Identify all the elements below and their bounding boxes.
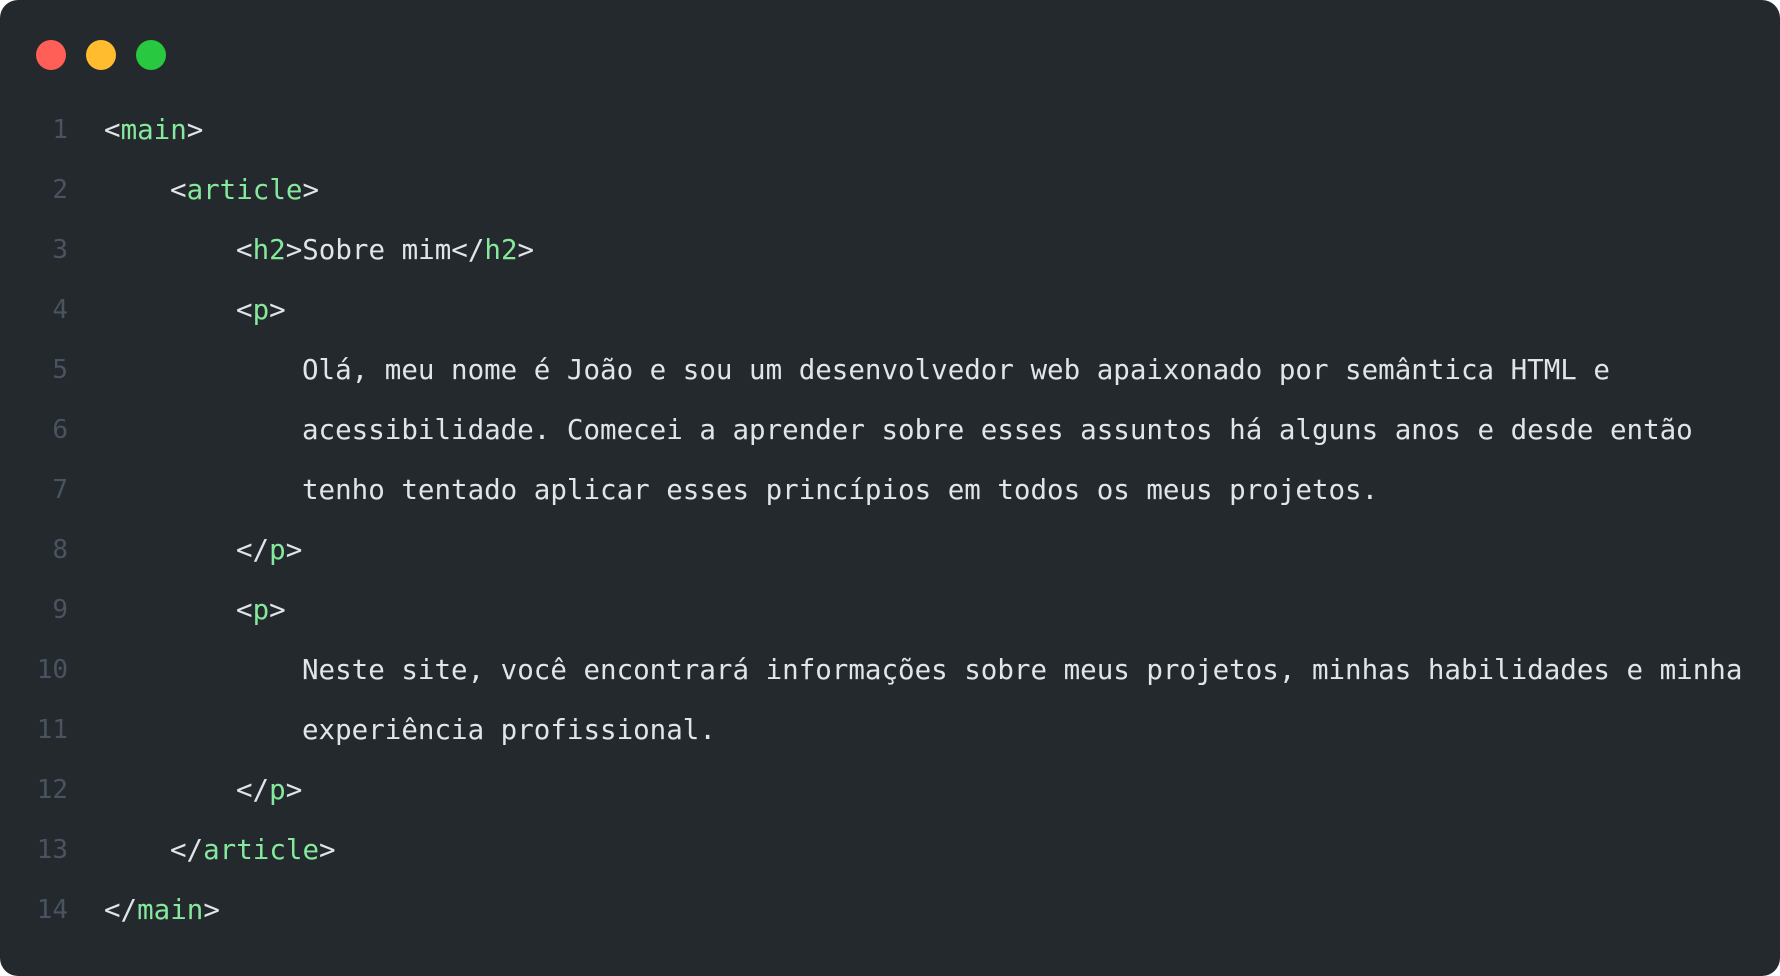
code-line: 1 <main> — [0, 100, 1780, 160]
code-content: <article> — [170, 160, 319, 220]
line-number: 9 — [52, 595, 68, 625]
line-number: 7 — [52, 475, 68, 505]
tag-name: article — [186, 174, 303, 206]
code-line: 4 <p> — [0, 280, 1780, 340]
tag-bracket: </ — [104, 894, 138, 926]
tag-name: p — [252, 294, 270, 326]
tag-bracket: > — [285, 234, 303, 266]
line-number: 4 — [52, 295, 68, 325]
tag-bracket: </ — [451, 234, 485, 266]
tag-bracket: > — [319, 834, 336, 866]
tag-bracket: > — [186, 114, 204, 146]
code-line: 13 </article> — [0, 820, 1780, 880]
code-content: Olá, meu nome é João e sou um desenvolve… — [302, 340, 1610, 400]
code-line: 12 </p> — [0, 760, 1780, 820]
line-number: 11 — [36, 715, 68, 745]
tag-bracket: < — [236, 294, 253, 326]
code-content: acessibilidade. Comecei a aprender sobre… — [302, 400, 1693, 460]
tag-name: p — [252, 594, 270, 626]
line-number: 5 — [52, 355, 68, 385]
tag-name: main — [120, 114, 187, 146]
code-line: 5 Olá, meu nome é João e sou um desenvolv… — [0, 340, 1780, 400]
tag-bracket: > — [285, 774, 303, 806]
code-content: </p> — [236, 760, 302, 820]
line-number: 12 — [36, 775, 68, 805]
line-number: 10 — [36, 655, 68, 685]
code-content: <h2>Sobre mim</h2> — [236, 220, 534, 280]
tag-name: main — [137, 894, 204, 926]
tag-name: h2 — [484, 234, 518, 266]
tag-bracket: > — [285, 534, 303, 566]
tag-bracket: </ — [170, 834, 204, 866]
code-window: 1 <main> 2 <article> 3 <h2>Sobre mim</h2> 4 <p>… — [0, 0, 1780, 976]
code-line: 10 Neste site, você encontrará informaçõe… — [0, 640, 1780, 700]
code-line: 8 </p> — [0, 520, 1780, 580]
line-number: 13 — [36, 835, 68, 865]
text-content: Sobre mim — [302, 234, 452, 266]
code-content: tenho tentado aplicar esses princípios e… — [302, 460, 1378, 520]
tag-bracket: < — [104, 114, 121, 146]
tag-bracket: < — [236, 594, 253, 626]
tag-bracket: > — [269, 294, 286, 326]
tag-name: p — [269, 534, 286, 566]
tag-bracket: > — [203, 894, 220, 926]
code-line: 2 <article> — [0, 160, 1780, 220]
text-content: tenho tentado aplicar esses princípios e… — [302, 474, 1379, 506]
window-controls — [36, 40, 166, 70]
code-content: </article> — [170, 820, 336, 880]
tag-bracket: </ — [236, 534, 270, 566]
tag-bracket: > — [302, 174, 320, 206]
line-number: 6 — [52, 415, 68, 445]
line-number: 8 — [52, 535, 68, 565]
code-line: 3 <h2>Sobre mim</h2> — [0, 220, 1780, 280]
maximize-dot-icon[interactable] — [136, 40, 166, 70]
code-block: 1 <main> 2 <article> 3 <h2>Sobre mim</h2> 4 <p>… — [0, 100, 1780, 940]
code-line: 6 acessibilidade. Comecei a aprender sobr… — [0, 400, 1780, 460]
code-content: </main> — [104, 880, 220, 940]
code-line: 14 </main> — [0, 880, 1780, 940]
text-content: Neste site, você encontrará informações … — [302, 654, 1743, 686]
tag-name: article — [203, 834, 320, 866]
text-content: Olá, meu nome é João e sou um desenvolve… — [302, 354, 1610, 386]
code-line: 9 <p> — [0, 580, 1780, 640]
code-content: <p> — [236, 280, 286, 340]
line-number: 2 — [52, 175, 68, 205]
line-number: 3 — [52, 235, 68, 265]
tag-bracket: < — [170, 174, 187, 206]
tag-name: p — [269, 774, 286, 806]
text-content: acessibilidade. Comecei a aprender sobre… — [302, 414, 1693, 446]
code-line: 7 tenho tentado aplicar esses princípios … — [0, 460, 1780, 520]
close-dot-icon[interactable] — [36, 40, 66, 70]
code-content: <main> — [104, 100, 203, 160]
text-content: experiência profissional. — [302, 714, 716, 746]
code-content: </p> — [236, 520, 302, 580]
line-number: 14 — [36, 895, 68, 925]
code-content: experiência profissional. — [302, 700, 716, 760]
code-content: <p> — [236, 580, 286, 640]
line-number: 1 — [52, 115, 68, 145]
tag-bracket: > — [517, 234, 535, 266]
code-line: 11 experiência profissional. — [0, 700, 1780, 760]
code-content: Neste site, você encontrará informações … — [302, 640, 1742, 700]
tag-name: h2 — [252, 234, 286, 266]
tag-bracket: < — [236, 234, 253, 266]
tag-bracket: > — [269, 594, 286, 626]
tag-bracket: </ — [236, 774, 270, 806]
minimize-dot-icon[interactable] — [86, 40, 116, 70]
